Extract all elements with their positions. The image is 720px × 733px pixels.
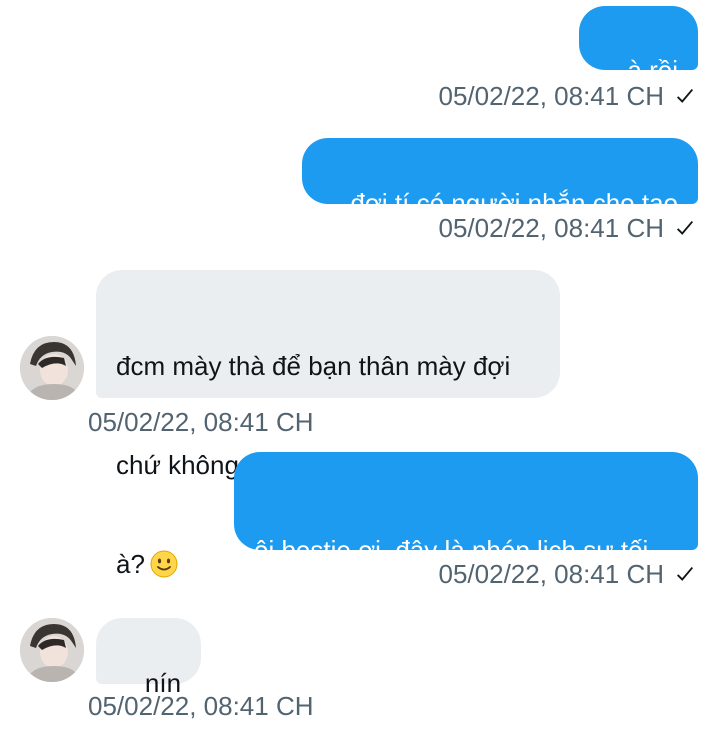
avatar-photo <box>20 336 84 400</box>
avatar[interactable] <box>20 618 84 682</box>
check-icon <box>677 566 694 581</box>
incoming-message-bubble[interactable]: đcm mày thà để bạn thân mày đợi chứ khôn… <box>96 270 560 579</box>
outgoing-message-bubble[interactable]: à rồi <box>578 6 698 85</box>
avatar-photo <box>20 618 84 682</box>
message-timestamp: 05/02/22, 08:41 CH <box>439 80 697 112</box>
check-icon <box>677 220 694 235</box>
outgoing-message-bubble[interactable]: đợi tí có người nhắn cho tao <box>301 138 698 218</box>
slightly-smiling-face-emoji <box>150 550 178 578</box>
message-text-line: đcm mày thà để bạn thân mày đợi <box>116 351 511 381</box>
message-timestamp: 05/02/22, 08:41 CH <box>88 407 314 437</box>
outgoing-message-bubble[interactable]: ôi bestie ơi, đây là phép lịch sự tối th… <box>234 452 698 664</box>
message-timestamp: 05/02/22, 08:41 CH <box>439 212 697 244</box>
message-text-line: thiểu đấy <box>254 634 360 664</box>
message-timestamp: 05/02/22, 08:41 CH <box>439 558 697 590</box>
conversation-thread: à rồi 05/02/22, 08:41 CH đợi tí có người… <box>0 0 720 728</box>
message-timestamp: 05/02/22, 08:41 CH <box>88 691 314 721</box>
avatar[interactable] <box>20 336 84 400</box>
check-icon <box>677 88 694 103</box>
incoming-message-bubble[interactable]: nín <box>96 618 202 698</box>
